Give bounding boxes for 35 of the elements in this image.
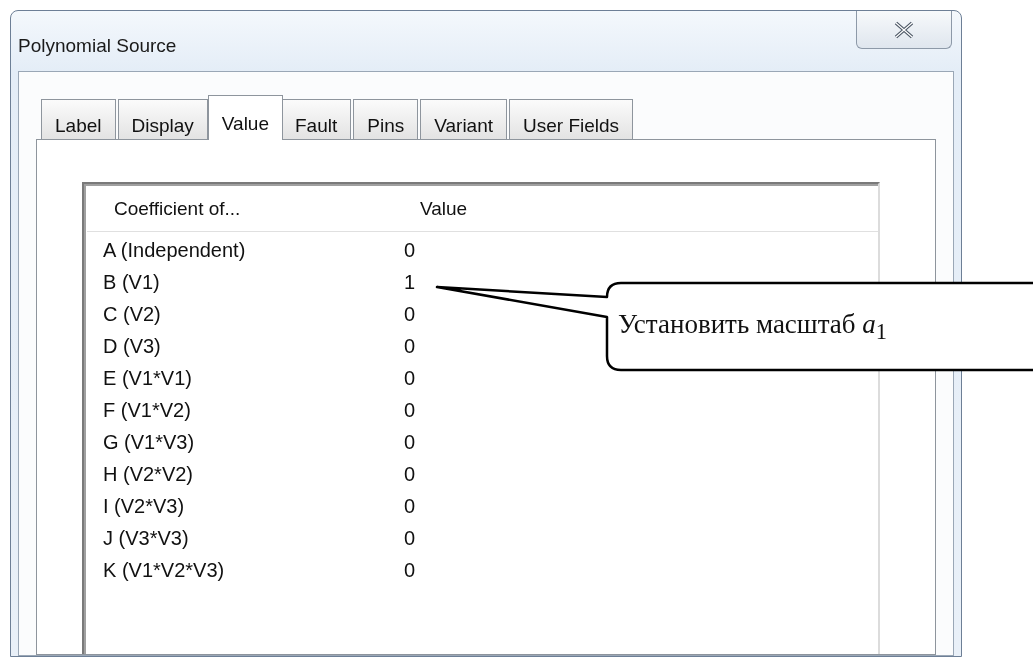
coefficient-value[interactable]: 1 — [404, 271, 416, 293]
coefficient-name: F (V1*V2) — [102, 399, 191, 421]
tab[interactable]: Fault — [281, 99, 352, 139]
tab[interactable]: Display — [117, 99, 208, 139]
coefficient-value[interactable]: 0 — [404, 527, 416, 549]
coefficient-value[interactable]: 0 — [404, 559, 416, 581]
close-icon — [893, 20, 915, 39]
coefficient-value[interactable]: 0 — [404, 303, 416, 325]
tab[interactable]: Value — [207, 95, 283, 140]
column-header[interactable]: Coefficient of... — [87, 198, 241, 220]
callout-text: Установить масштаб a$_{1}$ — [618, 308, 887, 347]
coefficient-name: A (Independent) — [102, 239, 246, 261]
coefficient-name: E (V1*V1) — [102, 367, 192, 389]
window-title: Polynomial Source — [18, 35, 177, 57]
coefficient-value[interactable]: 0 — [404, 463, 416, 485]
column-header[interactable]: Value — [420, 198, 468, 220]
coefficient-name: K (V1*V2*V3) — [102, 559, 225, 581]
coefficient-name: H (V2*V2) — [102, 463, 194, 485]
coefficient-value[interactable]: 0 — [404, 367, 416, 389]
coefficient-name: D (V3) — [102, 335, 161, 357]
coefficient-value[interactable]: 0 — [404, 495, 416, 517]
coefficient-value[interactable]: 0 — [404, 239, 416, 261]
coefficient-value[interactable]: 0 — [404, 335, 416, 357]
tab[interactable]: User Fields — [509, 99, 634, 139]
coefficient-name: C (V2) — [102, 303, 161, 325]
coefficient-value[interactable]: 0 — [404, 431, 416, 453]
coefficient-value[interactable]: 0 — [404, 399, 416, 421]
coefficient-name: I (V2*V3) — [102, 495, 185, 517]
tab[interactable]: Variant — [420, 99, 507, 139]
coefficient-name: J (V3*V3) — [102, 527, 189, 549]
tab[interactable]: Label — [41, 99, 116, 139]
tab[interactable]: Pins — [353, 99, 419, 139]
close-button[interactable] — [856, 11, 952, 49]
coefficient-name: G (V1*V3) — [102, 431, 195, 453]
coefficient-name: B (V1) — [102, 271, 160, 293]
